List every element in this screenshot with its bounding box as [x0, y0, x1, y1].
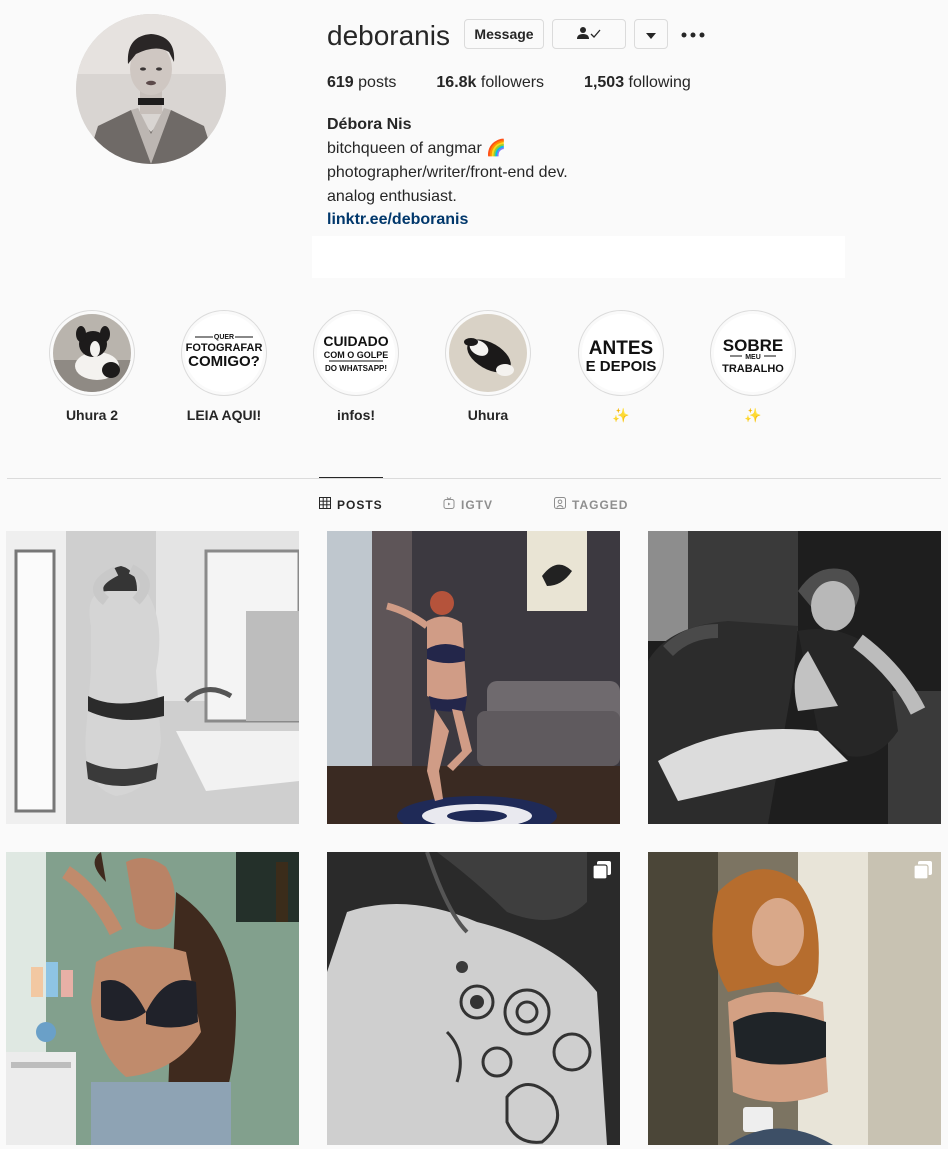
message-button[interactable]: Message — [464, 19, 544, 49]
suggested-accounts-button[interactable] — [634, 19, 668, 49]
post-image — [648, 852, 941, 1145]
post-thumbnail[interactable] — [327, 531, 620, 824]
profile-full-name: Débora Nis — [327, 116, 412, 133]
followers-count: 16.8k — [436, 74, 477, 91]
story-highlight[interactable]: CUIDADO COM O GOLPE DO WHATSAPP! infos! — [296, 310, 416, 424]
highlight-art-text: COMIGO? — [188, 353, 260, 370]
followers-stat[interactable]: 16.8k followers — [436, 74, 544, 92]
posts-stat: 619 posts — [327, 74, 396, 92]
profile-avatar[interactable] — [76, 14, 226, 164]
post-thumbnail[interactable] — [6, 852, 299, 1145]
highlight-ring — [49, 310, 135, 396]
highlight-ring — [445, 310, 531, 396]
post-image — [648, 531, 941, 824]
posts-label: posts — [358, 74, 397, 91]
highlight-cover — [53, 314, 131, 392]
tab-label: POSTS — [337, 497, 383, 512]
tab-label: IGTV — [461, 497, 494, 512]
more-horizontal-icon — [681, 25, 705, 43]
highlight-ring: SOBRE MEU TRABALHO — [710, 310, 796, 396]
highlight-label: Uhura — [467, 407, 509, 423]
highlight-cover: QUER FOTOGRAFAR COMIGO? — [185, 314, 263, 392]
story-highlight[interactable]: QUER FOTOGRAFAR COMIGO? LEIA AQUI! — [164, 310, 284, 424]
tab-igtv[interactable]: IGTV — [443, 497, 493, 512]
highlight-label: ✨ — [744, 407, 762, 423]
highlight-art-text: QUER — [214, 334, 234, 341]
highlight-cover: CUIDADO COM O GOLPE DO WHATSAPP! — [317, 314, 395, 392]
highlight-art-text: MEU — [745, 354, 761, 361]
highlight-ring: CUIDADO COM O GOLPE DO WHATSAPP! — [313, 310, 399, 396]
post-thumbnail[interactable] — [648, 852, 941, 1145]
profile-bio: bitchqueen of angmar 🌈 photographer/writ… — [327, 137, 568, 209]
bio-line: photographer/writer/front-end dev. — [327, 164, 568, 181]
active-tab-indicator — [319, 477, 383, 478]
highlight-art-text: DO WHATSAPP! — [325, 364, 387, 373]
posts-count: 619 — [327, 74, 354, 91]
highlight-art-text: SOBRE — [723, 336, 783, 355]
following-button[interactable] — [552, 19, 626, 49]
highlight-art-text: TRABALHO — [722, 363, 784, 375]
highlight-art-text: E DEPOIS — [586, 358, 657, 375]
following-label: following — [628, 74, 691, 91]
highlight-label: Uhura 2 — [65, 407, 119, 423]
highlight-art-text: ANTES — [589, 338, 653, 359]
story-highlight[interactable]: SOBRE MEU TRABALHO ✨ — [693, 310, 813, 424]
followers-label: followers — [480, 74, 545, 91]
post-thumbnail[interactable] — [6, 531, 299, 824]
more-options-button[interactable] — [678, 22, 708, 46]
following-stat[interactable]: 1,503 following — [584, 74, 691, 92]
story-highlight[interactable]: Uhura 2 — [32, 310, 152, 424]
igtv-icon — [443, 497, 461, 512]
bio-placeholder-box — [312, 236, 845, 278]
tab-label: TAGGED — [572, 497, 629, 512]
caret-down-icon — [646, 27, 656, 42]
story-highlight[interactable]: ANTES E DEPOIS ✨ — [561, 310, 681, 424]
carousel-icon — [592, 861, 611, 880]
tagged-icon — [554, 497, 572, 512]
highlight-cover: ANTES E DEPOIS — [582, 314, 660, 392]
post-image — [327, 852, 620, 1145]
highlight-label: LEIA AQUI! — [186, 407, 262, 423]
highlight-art-text: CUIDADO — [323, 333, 388, 349]
bio-line: bitchqueen of angmar 🌈 — [327, 140, 507, 157]
tab-tagged[interactable]: TAGGED — [554, 497, 628, 512]
post-thumbnail[interactable] — [327, 852, 620, 1145]
bio-link[interactable]: linktr.ee/deboranis — [327, 208, 468, 232]
person-check-icon — [576, 26, 602, 43]
carousel-icon — [913, 861, 932, 880]
tabs-divider — [7, 478, 941, 479]
bio-line: analog enthusiast. — [327, 188, 457, 205]
highlight-cover: SOBRE MEU TRABALHO — [714, 314, 792, 392]
highlight-art-text: COM O GOLPE — [324, 350, 389, 360]
post-image — [6, 852, 299, 1145]
story-highlight[interactable]: Uhura — [428, 310, 548, 424]
highlight-cover — [449, 314, 527, 392]
profile-stats: 619 posts 16.8k followers 1,503 followin… — [327, 74, 731, 92]
post-image — [327, 531, 620, 824]
grid-icon — [319, 497, 337, 512]
post-image — [6, 531, 299, 824]
highlight-label: ✨ — [612, 407, 630, 423]
highlight-ring: QUER FOTOGRAFAR COMIGO? — [181, 310, 267, 396]
highlight-label: infos! — [336, 407, 376, 423]
profile-username: deboranis — [327, 20, 450, 51]
highlight-ring: ANTES E DEPOIS — [578, 310, 664, 396]
tab-posts[interactable]: POSTS — [319, 497, 383, 512]
post-thumbnail[interactable] — [648, 531, 941, 824]
following-count: 1,503 — [584, 74, 625, 91]
